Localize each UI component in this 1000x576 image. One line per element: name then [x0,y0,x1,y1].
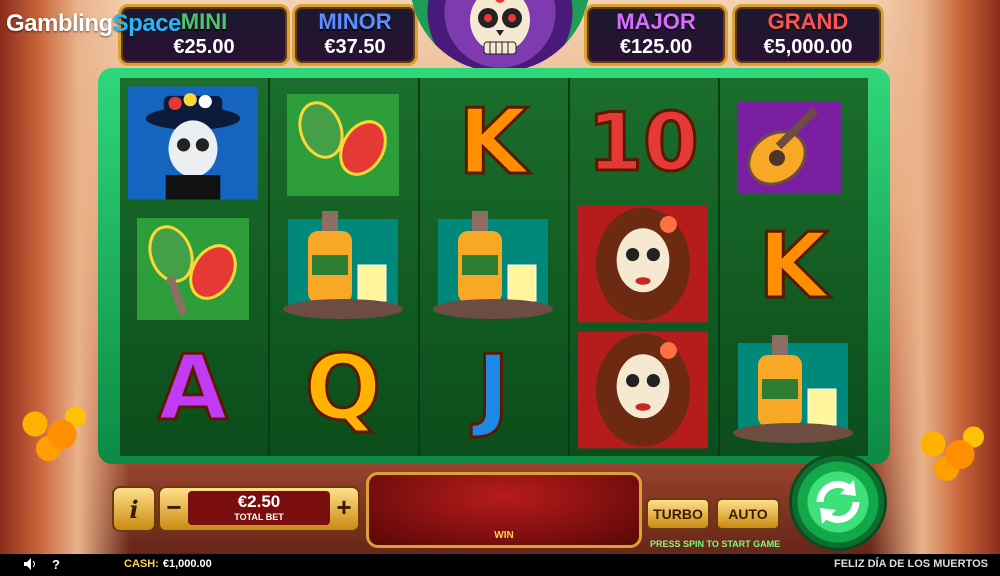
symbol-letter: K [757,214,830,319]
symbol-letter: K [457,90,530,195]
catrina-icon [578,205,708,323]
symbol-tequila [278,208,408,326]
reel-4: 10 [570,78,720,456]
tequila-icon [433,211,553,319]
bet-selector: − €2.50 TOTAL BET + [158,486,360,532]
maracas-icon [287,94,399,196]
sound-icon[interactable] [24,558,38,573]
symbol-guitar [728,84,858,202]
reel-grid: A Q K J 10 K [120,78,868,456]
marigold-flowers [8,396,98,466]
info-button[interactable]: i [112,486,156,532]
reel-3: K J [420,78,570,456]
status-bar: ? CASH: €1,000.00 FELIZ DÍA DE LOS MUERTO… [0,554,1000,576]
spin-arrows-icon [816,480,860,524]
symbol-maracas [128,210,258,328]
game-title: FELIZ DÍA DE LOS MUERTOS [833,558,988,570]
symbol-man-wild [128,84,258,202]
spin-button[interactable] [792,456,884,548]
help-button[interactable]: ? [52,557,60,572]
turbo-button[interactable]: TURBO [646,498,710,530]
cash-display: CASH: €1,000.00 [124,558,212,570]
symbol-letter: A [157,336,230,441]
catrina-icon [578,331,708,449]
cash-value: €1,000.00 [162,558,212,570]
total-bet-display: €2.50 TOTAL BET [188,491,330,525]
symbol-letter: 10 [586,96,700,189]
symbol-tequila [428,208,558,326]
jackpot-grand: GRAND €5,000.00 [732,4,884,66]
auto-button[interactable]: AUTO [716,498,780,530]
spin-hint: PRESS SPIN TO START GAME [650,539,781,549]
control-panel: i − €2.50 TOTAL BET + WIN TURBO AUTO [112,456,888,548]
sugar-skull-icon [470,0,530,55]
tequila-icon [733,335,853,443]
jackpot-minor: MINOR €37.50 [292,4,418,66]
symbol-maracas [278,86,408,204]
reel-frame: A Q K J 10 K [98,68,890,464]
reel-5: K [720,78,868,456]
man-wild-icon [128,86,258,200]
bet-increase-button[interactable]: + [332,492,356,522]
site-logo: GamblingSpace [6,10,181,37]
total-bet-label: TOTAL BET [234,512,284,522]
tequila-icon [283,211,403,319]
skull-medallion [410,0,590,72]
reel-2: Q [270,78,420,456]
jackpot-major: MAJOR €125.00 [584,4,728,66]
symbol-letter: J [475,336,511,441]
marigold-flowers [906,416,996,486]
guitar-icon [737,102,841,194]
symbol-tequila [728,332,858,450]
bet-decrease-button[interactable]: − [162,492,186,522]
total-bet-value: €2.50 [237,492,281,511]
symbol-catrina [578,328,708,452]
reel-1: A [120,78,270,456]
symbol-letter: Q [303,336,382,441]
symbol-catrina [578,202,708,326]
win-display: WIN [366,472,642,548]
win-label: WIN [494,530,514,541]
maracas-icon [137,218,249,320]
jackpot-bar: MINI €25.00 MINOR €37.50 MAJOR €125.00 G… [118,0,884,72]
